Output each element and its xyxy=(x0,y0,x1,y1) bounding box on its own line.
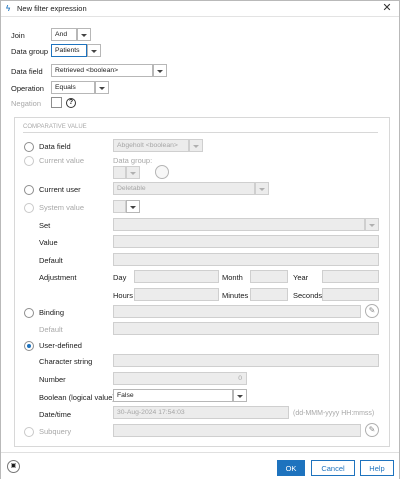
comparative-value-heading: COMPARATIVE VALUE xyxy=(23,124,87,130)
divider xyxy=(23,132,378,133)
binding-field[interactable] xyxy=(113,305,361,318)
data-group-select[interactable]: Patients xyxy=(51,44,87,57)
chevron-down-icon xyxy=(259,187,265,191)
filter-icon: ϟ xyxy=(6,4,11,13)
seconds-field[interactable] xyxy=(322,288,379,301)
pencil-icon[interactable]: ✎ xyxy=(365,423,379,437)
system-value-label: System value xyxy=(39,203,85,212)
database-icon[interactable] xyxy=(155,165,169,179)
close-icon[interactable]: ✕ xyxy=(381,2,393,15)
binding-label: Binding xyxy=(39,308,65,317)
default-label: Default xyxy=(39,256,63,265)
default-field[interactable] xyxy=(113,253,379,266)
current-user-select[interactable]: Deletable xyxy=(113,182,255,195)
datetime-format-hint: (dd-MMM-yyyy HH:mmss) xyxy=(293,410,375,417)
current-user-radio[interactable] xyxy=(24,185,34,195)
join-dropdown-button[interactable] xyxy=(77,28,91,41)
join-select[interactable]: And xyxy=(51,28,77,41)
value-label: Value xyxy=(39,238,58,247)
year-field[interactable] xyxy=(322,270,379,283)
chevron-down-icon xyxy=(81,33,87,37)
boolean-select[interactable]: False xyxy=(113,389,233,402)
boolean-dropdown[interactable] xyxy=(233,389,247,402)
help-button[interactable]: Help xyxy=(360,460,394,476)
title-bar: ϟ New filter expression ✕ xyxy=(1,1,399,17)
character-string-field[interactable] xyxy=(113,354,379,367)
number-field[interactable]: 0 xyxy=(113,372,247,385)
month-label: Month xyxy=(222,273,243,282)
data-group-label: Data group xyxy=(11,47,49,56)
set-select[interactable] xyxy=(113,218,365,231)
operation-dropdown-button[interactable] xyxy=(95,81,109,94)
month-field[interactable] xyxy=(250,270,288,283)
adjustment-label: Adjustment xyxy=(39,273,77,282)
system-value-radio[interactable] xyxy=(24,203,34,213)
day-label: Day xyxy=(113,273,127,282)
comparative-data-field-select[interactable]: Abgeholt <boolean> xyxy=(113,139,189,152)
current-value-radio[interactable] xyxy=(24,156,34,166)
subquery-radio[interactable] xyxy=(24,427,34,437)
data-field-dropdown-button[interactable] xyxy=(153,64,167,77)
current-value-data-group-dropdown[interactable] xyxy=(126,166,140,179)
number-label: Number xyxy=(39,375,66,384)
minutes-label: Minutes xyxy=(222,291,249,300)
chevron-down-icon xyxy=(99,86,105,90)
chevron-down-icon xyxy=(157,69,163,73)
system-value-select[interactable] xyxy=(113,200,126,213)
datetime-label: Date/time xyxy=(39,410,72,419)
chevron-down-icon xyxy=(91,49,97,53)
hours-field[interactable] xyxy=(134,288,219,301)
seconds-label: Seconds xyxy=(293,291,323,300)
help-icon[interactable]: ? xyxy=(66,98,76,108)
year-label: Year xyxy=(293,273,309,282)
subquery-field[interactable] xyxy=(113,424,361,437)
data-field-radio[interactable] xyxy=(24,142,34,152)
cancel-button[interactable]: Cancel xyxy=(311,460,355,476)
chevron-down-icon xyxy=(237,394,243,398)
binding-radio[interactable] xyxy=(24,308,34,318)
comparative-data-field-dropdown[interactable] xyxy=(189,139,203,152)
join-label: Join xyxy=(11,31,25,40)
set-label: Set xyxy=(39,221,51,230)
chevron-down-icon xyxy=(130,205,136,209)
current-user-dropdown[interactable] xyxy=(255,182,269,195)
user-defined-radio[interactable] xyxy=(24,341,34,351)
day-field[interactable] xyxy=(134,270,219,283)
subquery-label: Subquery xyxy=(39,427,72,436)
system-value-dropdown[interactable] xyxy=(126,200,140,213)
current-value-label: Current value xyxy=(39,156,85,165)
user-defined-label: User-defined xyxy=(39,341,82,350)
hours-label: Hours xyxy=(113,291,134,300)
chevron-down-icon xyxy=(369,223,375,227)
negation-label: Negation xyxy=(11,99,42,108)
value-field[interactable] xyxy=(113,235,379,248)
filter-dialog: ϟ New filter expression ✕ Join And Data … xyxy=(0,0,400,479)
dialog-title: New filter expression xyxy=(17,4,87,13)
comparative-data-field-label: Data field xyxy=(39,142,71,151)
minutes-field[interactable] xyxy=(250,288,288,301)
data-field-label: Data field xyxy=(11,67,43,76)
negation-checkbox[interactable] xyxy=(51,97,62,108)
chevron-down-icon xyxy=(193,144,199,148)
binding-default-label: Default xyxy=(39,325,63,334)
data-field-select[interactable]: Retrieved <boolean> xyxy=(51,64,153,77)
binding-default-field[interactable] xyxy=(113,322,379,335)
datetime-field[interactable]: 30-Aug-2024 17:54:03 xyxy=(113,406,289,419)
data-group-dropdown-button[interactable] xyxy=(87,44,101,57)
layout-icon[interactable]: ▣ xyxy=(7,460,20,473)
boolean-label: Boolean (logical value) xyxy=(39,393,115,402)
set-dropdown[interactable] xyxy=(365,218,379,231)
current-value-data-group-select[interactable] xyxy=(113,166,126,179)
operation-label: Operation xyxy=(11,84,44,93)
dialog-footer: ▣ OK Cancel Help xyxy=(1,452,399,479)
character-string-label: Character string xyxy=(39,357,93,366)
current-user-label: Current user xyxy=(39,185,81,194)
operation-select[interactable]: Equals xyxy=(51,81,95,94)
pencil-icon[interactable]: ✎ xyxy=(365,304,379,318)
ok-button[interactable]: OK xyxy=(277,460,305,476)
chevron-down-icon xyxy=(130,171,136,175)
current-value-data-group-label: Data group: xyxy=(113,156,153,165)
